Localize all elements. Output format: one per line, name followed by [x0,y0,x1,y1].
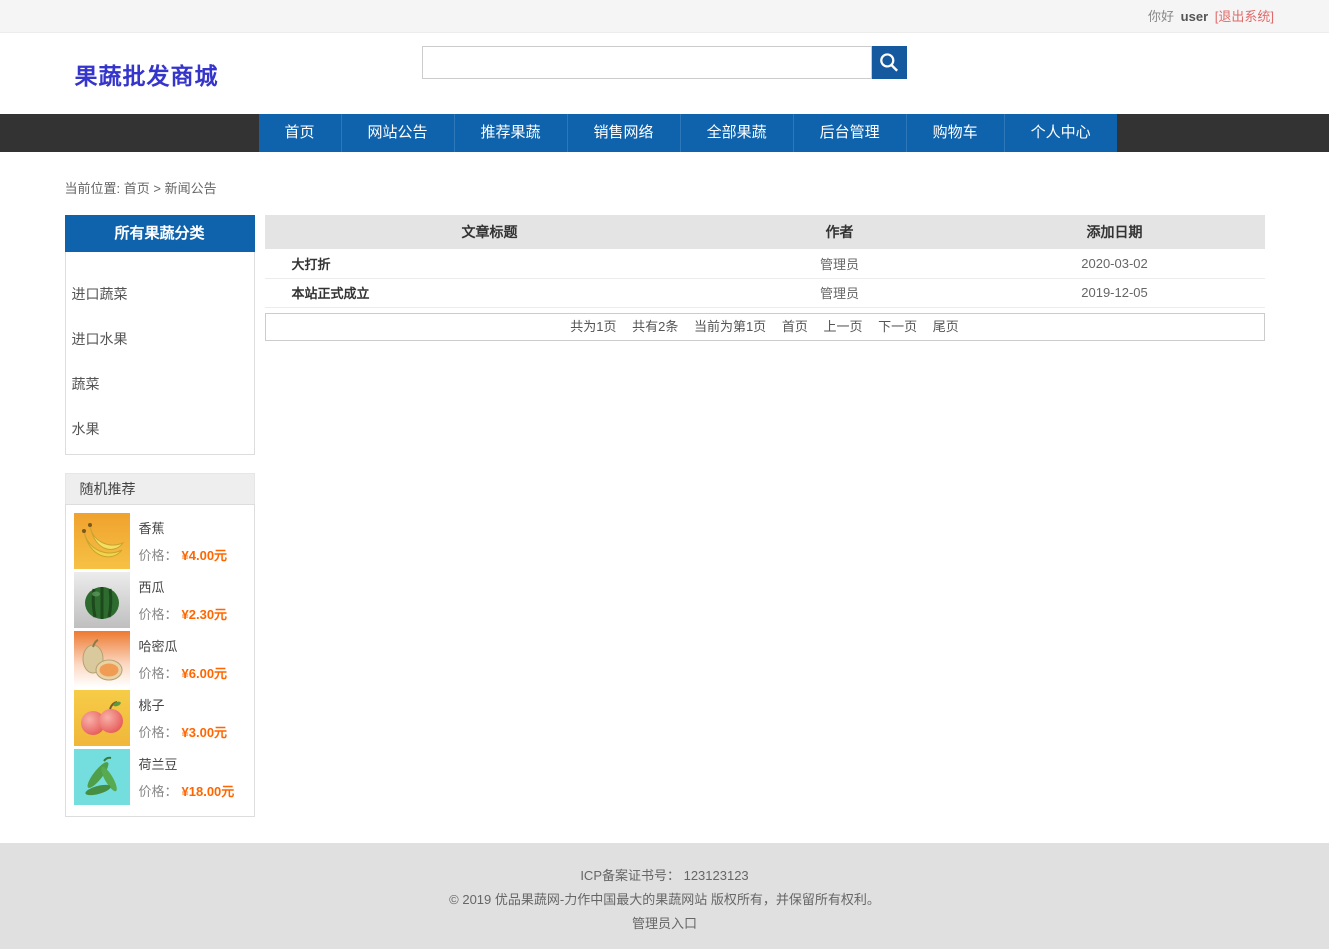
table-row: 大打折 管理员 2020-03-02 [265,249,1265,278]
main-navbar: 首页 网站公告 推荐果蔬 销售网络 全部果蔬 后台管理 购物车 个人中心 [0,114,1329,152]
breadcrumb-label: 当前位置: [65,181,121,196]
price-label: 价格： [139,784,178,799]
banana-icon [74,513,130,569]
product-price: ¥2.30元 [182,607,228,622]
category-item-fruit[interactable]: 水果 [66,407,254,452]
greeting-text: 你好 [1148,9,1174,24]
search-icon [877,51,901,75]
nav-item-admin[interactable]: 后台管理 [794,114,907,152]
product-name: 香蕉 [139,518,228,537]
price-label: 价格： [139,548,178,563]
category-list: 进口蔬菜 进口水果 蔬菜 水果 [65,252,255,455]
column-header-title: 文章标题 [265,215,715,249]
breadcrumb-separator: > [153,181,161,196]
price-label: 价格： [139,607,178,622]
pagination-bar: 共为1页 共有2条 当前为第1页 首页 上一页 下一页 尾页 [265,313,1265,341]
product-info: 荷兰豆 价格： ¥18.00元 [139,749,235,805]
product-item-watermelon[interactable]: 西瓜 价格： ¥2.30元 [74,572,246,628]
search-button[interactable] [872,46,907,79]
topbar: 你好 user [退出系统] [0,0,1329,33]
articles-table: 文章标题 作者 添加日期 大打折 管理员 2020-03-02 本站正式成立 管… [265,215,1265,308]
nav-item-announcements[interactable]: 网站公告 [342,114,455,152]
sidebar: 所有果蔬分类 进口蔬菜 进口水果 蔬菜 水果 随机推荐 [65,215,255,817]
hami-melon-icon [74,631,130,687]
article-title-link[interactable]: 大打折 [265,249,715,278]
snow-pea-icon [74,749,130,805]
product-item-snow-pea[interactable]: 荷兰豆 价格： ¥18.00元 [74,749,246,805]
nav-item-all-products[interactable]: 全部果蔬 [681,114,794,152]
product-price: ¥6.00元 [182,666,228,681]
admin-entrance-link[interactable]: 管理员入口 [632,916,697,931]
product-name: 西瓜 [139,577,228,596]
article-author: 管理员 [715,278,965,307]
table-header-row: 文章标题 作者 添加日期 [265,215,1265,249]
pagination-total-items: 共有2条 [632,319,678,334]
article-date: 2019-12-05 [965,278,1265,307]
search-input[interactable] [422,46,872,79]
product-price: ¥4.00元 [182,548,228,563]
product-item-peach[interactable]: 桃子 价格： ¥3.00元 [74,690,246,746]
watermelon-icon [74,572,130,628]
pagination-prev-link[interactable]: 上一页 [823,319,862,334]
copyright-text: © 2019 优品果蔬网-力作中国最大的果蔬网站 版权所有，并保留所有权利。 [0,888,1329,912]
nav-item-recommended[interactable]: 推荐果蔬 [455,114,568,152]
product-name: 哈密瓜 [139,636,228,655]
product-price: ¥3.00元 [182,725,228,740]
column-header-author: 作者 [715,215,965,249]
site-header: 果蔬批发商城 [0,33,1329,114]
random-recommend-title: 随机推荐 [65,473,255,504]
product-name: 荷兰豆 [139,754,235,773]
pagination-first-link[interactable]: 首页 [782,319,808,334]
product-name: 桃子 [139,695,228,714]
nav-item-sales-network[interactable]: 销售网络 [568,114,681,152]
category-item-imported-vegetables[interactable]: 进口蔬菜 [66,272,254,317]
product-info: 西瓜 价格： ¥2.30元 [139,572,228,628]
random-recommend-list: 香蕉 价格： ¥4.00元 [65,504,255,817]
product-info: 桃子 价格： ¥3.00元 [139,690,228,746]
pagination-next-link[interactable]: 下一页 [878,319,917,334]
breadcrumb: 当前位置: 首页 > 新闻公告 [65,178,1265,197]
table-row: 本站正式成立 管理员 2019-12-05 [265,278,1265,307]
username-text: user [1181,9,1208,24]
peach-icon [74,690,130,746]
article-title-link[interactable]: 本站正式成立 [265,278,715,307]
pagination-last-link[interactable]: 尾页 [933,319,959,334]
product-info: 香蕉 价格： ¥4.00元 [139,513,228,569]
site-footer: ICP备案证书号： 123123123 © 2019 优品果蔬网-力作中国最大的… [0,843,1329,949]
product-item-hami-melon[interactable]: 哈密瓜 价格： ¥6.00元 [74,631,246,687]
category-item-imported-fruit[interactable]: 进口水果 [66,317,254,362]
icp-text: ICP备案证书号： 123123123 [0,864,1329,888]
nav-item-profile[interactable]: 个人中心 [1005,114,1117,152]
article-author: 管理员 [715,249,965,278]
page-body: 当前位置: 首页 > 新闻公告 所有果蔬分类 进口蔬菜 进口水果 蔬菜 水果 随… [65,152,1265,843]
price-label: 价格： [139,666,178,681]
nav-item-home[interactable]: 首页 [259,114,342,152]
price-label: 价格： [139,725,178,740]
category-item-vegetables[interactable]: 蔬菜 [66,362,254,407]
pagination-current-page: 当前为第1页 [694,319,766,334]
pagination-total-pages: 共为1页 [570,319,616,334]
product-item-banana[interactable]: 香蕉 价格： ¥4.00元 [74,513,246,569]
nav-item-cart[interactable]: 购物车 [907,114,1005,152]
nav-menu: 首页 网站公告 推荐果蔬 销售网络 全部果蔬 后台管理 购物车 个人中心 [259,114,1265,152]
main-content: 文章标题 作者 添加日期 大打折 管理员 2020-03-02 本站正式成立 管… [265,215,1265,341]
product-info: 哈密瓜 价格： ¥6.00元 [139,631,228,687]
category-panel-title: 所有果蔬分类 [65,215,255,252]
product-price: ¥18.00元 [182,784,235,799]
breadcrumb-home-link[interactable]: 首页 [124,181,150,196]
logout-link[interactable]: [退出系统] [1215,9,1274,24]
column-header-date: 添加日期 [965,215,1265,249]
search-box [422,46,907,79]
breadcrumb-current: 新闻公告 [165,181,217,196]
random-recommend-panel: 随机推荐 [65,473,255,817]
site-logo[interactable]: 果蔬批发商城 [75,57,219,91]
article-date: 2020-03-02 [965,249,1265,278]
